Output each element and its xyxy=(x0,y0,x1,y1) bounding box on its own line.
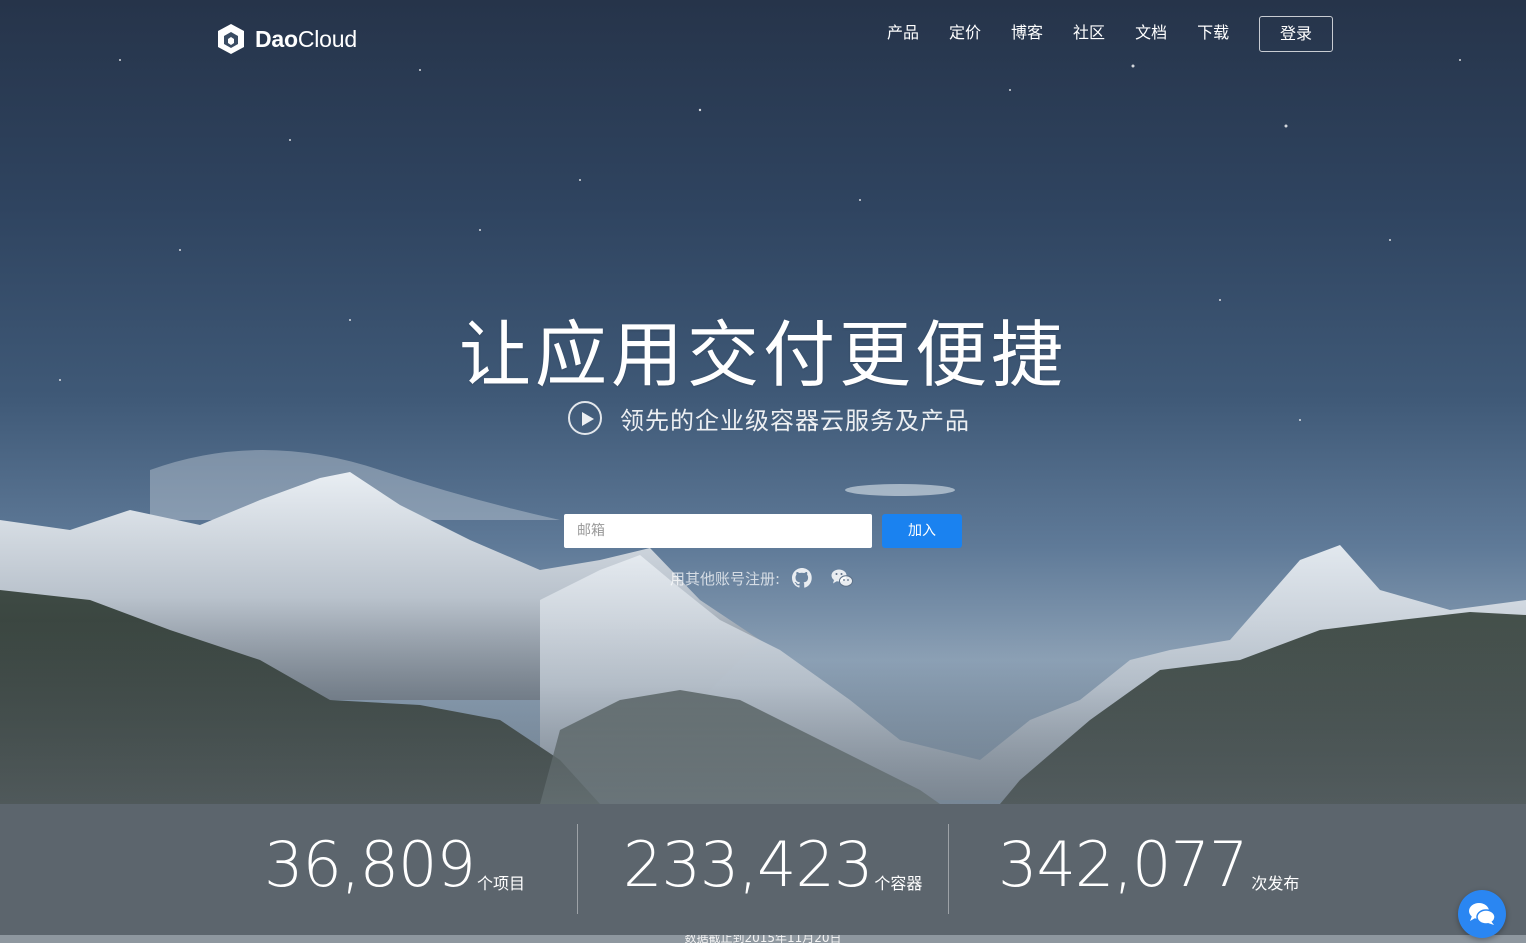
stat-unit: 个项目 xyxy=(476,874,525,893)
footer-strip: 数据截止到2015年11月20日 xyxy=(0,935,1526,943)
stats-footnote: 数据截止到2015年11月20日 xyxy=(684,935,842,943)
main-nav: 产品 定价 博客 社区 文档 下载 xyxy=(887,22,1229,44)
stat-divider xyxy=(577,824,578,914)
play-video-icon[interactable] xyxy=(568,401,602,435)
nav-item-blog[interactable]: 博客 xyxy=(1011,22,1043,44)
email-input[interactable] xyxy=(564,514,872,548)
nav-item-community[interactable]: 社区 xyxy=(1073,22,1105,44)
stat-unit: 次发布 xyxy=(1251,874,1300,893)
join-button[interactable]: 加入 xyxy=(882,514,962,548)
stat-deployments: 342,077 次发布 xyxy=(998,834,1299,896)
hero-subtitle: 领先的企业级容器云服务及产品 xyxy=(620,406,970,435)
brand-name: DaoCloud xyxy=(255,26,357,53)
github-icon[interactable] xyxy=(790,566,814,590)
nav-item-pricing[interactable]: 定价 xyxy=(949,22,981,44)
brand-name-light: Cloud xyxy=(297,25,357,52)
stat-containers: 233,423 个容器 xyxy=(623,834,922,896)
login-button[interactable]: 登录 xyxy=(1259,16,1333,52)
hero-subtitle-row: 领先的企业级容器云服务及产品 xyxy=(568,400,970,436)
chat-widget-button[interactable] xyxy=(1458,890,1506,938)
hero-background xyxy=(0,0,1526,943)
stat-value: 36,809 xyxy=(264,828,476,901)
stat-projects: 36,809 个项目 xyxy=(264,834,525,896)
wechat-icon[interactable] xyxy=(830,566,854,590)
stat-divider xyxy=(948,824,949,914)
hero-title: 让应用交付更便捷 xyxy=(458,313,1067,397)
stats-bar: 36,809 个项目 233,423 个容器 342,077 次发布 xyxy=(0,804,1526,935)
brand-name-bold: Dao xyxy=(255,25,298,52)
stat-value: 233,423 xyxy=(623,828,873,901)
nav-item-docs[interactable]: 文档 xyxy=(1135,22,1167,44)
mountain-landscape xyxy=(0,59,1526,943)
top-navbar: DaoCloud 产品 定价 博客 社区 文档 下载 登录 xyxy=(0,0,1526,70)
stat-unit: 个容器 xyxy=(874,874,923,893)
nav-item-download[interactable]: 下载 xyxy=(1197,22,1229,44)
brand-logo[interactable]: DaoCloud xyxy=(216,22,357,56)
chat-bubbles-icon xyxy=(1469,903,1496,925)
daocloud-logo-icon xyxy=(218,24,244,54)
oauth-label: 用其他账号注册: xyxy=(670,569,781,588)
oauth-signup-row: 用其他账号注册: xyxy=(670,564,854,592)
nav-item-products[interactable]: 产品 xyxy=(887,22,919,44)
stat-value: 342,077 xyxy=(998,828,1248,901)
